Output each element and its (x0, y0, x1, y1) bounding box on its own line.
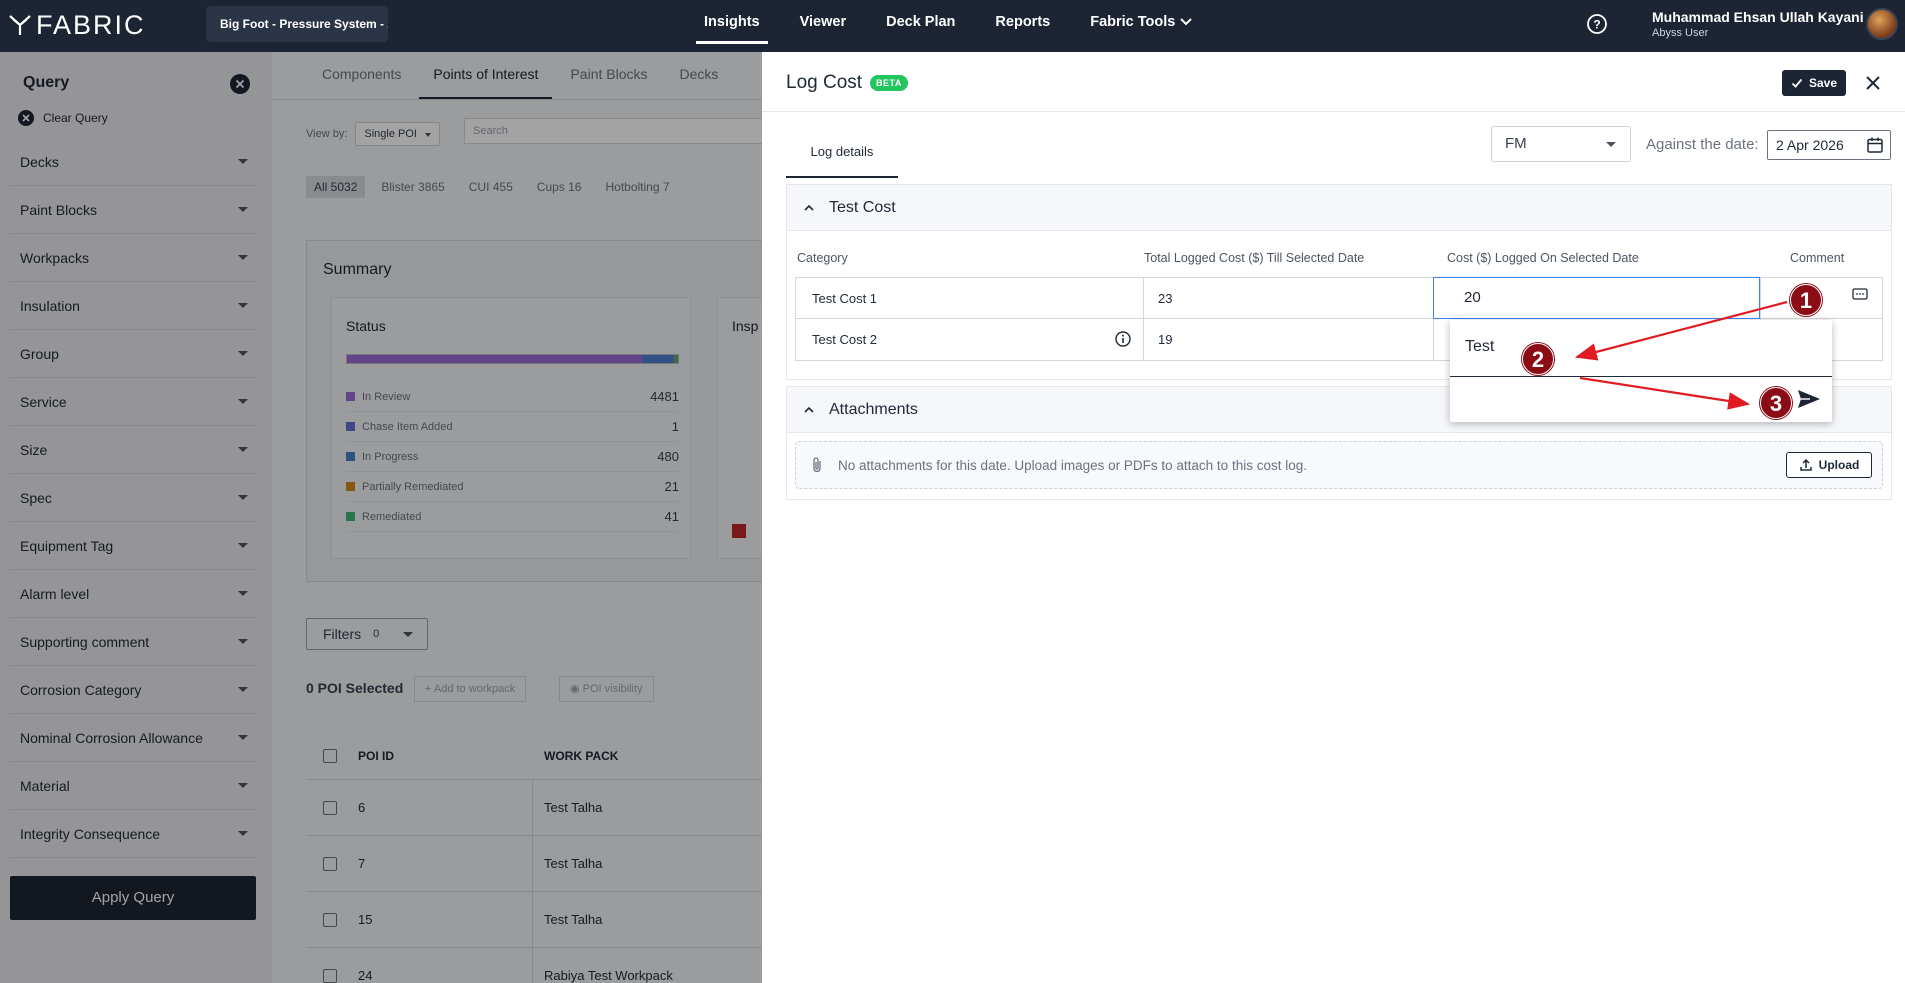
help-icon[interactable]: ? (1586, 13, 1608, 35)
attachments-empty-text: No attachments for this date. Upload ima… (838, 457, 1307, 473)
cost-total: 23 (1158, 291, 1173, 306)
nav-fabric-tools[interactable]: Fabric Tools (1090, 0, 1175, 52)
against-date-label: Against the date: (1646, 136, 1759, 153)
chevron-up-icon (804, 204, 814, 211)
nav-reports[interactable]: Reports (995, 0, 1050, 52)
fabric-logo-icon (9, 15, 31, 35)
panel-header: Log Cost BETA Save (762, 52, 1905, 112)
fabric-logo[interactable]: FABRIC (8, 10, 146, 40)
nav-viewer[interactable]: Viewer (800, 0, 847, 52)
upload-label: Upload (1818, 458, 1860, 472)
paperclip-icon (813, 457, 821, 473)
comment-icon[interactable] (1852, 288, 1868, 302)
close-icon[interactable] (1862, 72, 1884, 94)
info-icon[interactable] (1114, 330, 1132, 348)
fm-value: FM (1505, 135, 1527, 152)
annotation-marker-1: 1 (1790, 284, 1822, 316)
log-cost-panel: Log Cost BETA Save Log details FM Agains… (762, 52, 1905, 983)
upload-button[interactable]: Upload (1786, 452, 1872, 478)
save-button[interactable]: Save (1782, 70, 1846, 96)
nav-deck-plan[interactable]: Deck Plan (886, 0, 955, 52)
test-cost-column-headers: Category Total Logged Cost ($) Till Sele… (787, 231, 1891, 277)
column-divider (1143, 278, 1144, 319)
test-cost-title: Test Cost (829, 198, 896, 216)
tab-log-details[interactable]: Log details (786, 130, 898, 178)
annotation-marker-2: 2 (1522, 343, 1554, 375)
check-icon (1791, 78, 1803, 88)
column-divider (1760, 278, 1761, 319)
cost-category: Test Cost 2 (812, 332, 878, 347)
upload-icon (1799, 458, 1812, 471)
top-navigation-bar: FABRIC Big Foot - Pressure System - 2...… (0, 0, 1905, 52)
send-icon[interactable] (1796, 388, 1822, 410)
calendar-icon[interactable] (1866, 136, 1884, 154)
date-picker[interactable]: 2 Apr 2026 (1767, 130, 1891, 160)
beta-badge: BETA (870, 75, 908, 91)
caret-down-icon (1606, 142, 1616, 147)
svg-text:?: ? (1593, 18, 1600, 32)
test-cost-header[interactable]: Test Cost (787, 185, 1891, 231)
user-role: Abyss User (1652, 27, 1709, 39)
header-comment: Comment (1790, 251, 1845, 265)
user-name[interactable]: Muhammad Ehsan Ullah Kayani (1652, 9, 1864, 25)
logo-text: FABRIC (36, 9, 146, 40)
nav-insights[interactable]: Insights (696, 0, 768, 52)
cost-row: Test Cost 1 23 20 (796, 277, 1882, 319)
cost-logged-input[interactable]: 20 (1433, 277, 1760, 319)
annotation-marker-3: 3 (1760, 387, 1792, 419)
avatar[interactable] (1866, 8, 1898, 40)
header-category: Category (797, 251, 848, 265)
attachments-dropzone[interactable]: No attachments for this date. Upload ima… (795, 441, 1883, 489)
project-selector[interactable]: Big Foot - Pressure System - 2... (206, 6, 388, 42)
column-divider (1143, 319, 1144, 360)
header-logged-on-date: Cost ($) Logged On Selected Date (1447, 251, 1639, 265)
panel-title: Log Cost (786, 72, 863, 93)
date-value: 2 Apr 2026 (1776, 137, 1844, 153)
comment-text[interactable]: Test (1465, 338, 1494, 356)
column-divider (1433, 319, 1434, 360)
chevron-down-icon[interactable] (1178, 13, 1194, 29)
main-nav: Insights Viewer Deck Plan Reports Fabric… (696, 0, 1215, 52)
header-total-logged: Total Logged Cost ($) Till Selected Date (1144, 251, 1365, 265)
attachments-title: Attachments (829, 400, 918, 418)
cost-category: Test Cost 1 (812, 291, 878, 306)
save-label: Save (1808, 76, 1838, 90)
modal-backdrop[interactable] (0, 52, 762, 983)
comment-input-underline (1450, 376, 1832, 377)
fm-select[interactable]: FM (1491, 126, 1631, 162)
cost-total: 19 (1158, 332, 1173, 347)
chevron-up-icon (804, 406, 814, 413)
